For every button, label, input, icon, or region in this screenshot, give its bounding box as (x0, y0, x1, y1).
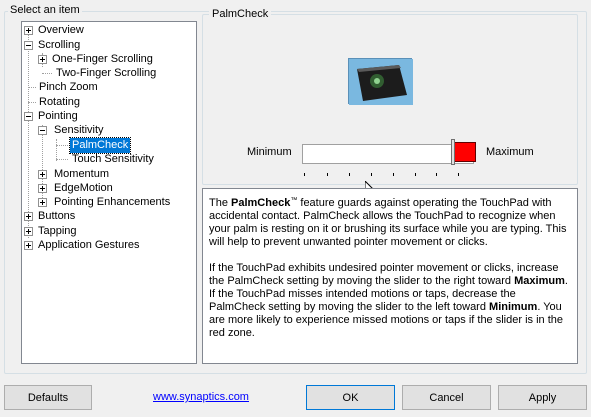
tree-label: Overview (38, 24, 84, 36)
tree-label: Pinch Zoom (39, 81, 98, 93)
tree-label: Buttons (38, 210, 76, 222)
slider-tick (458, 173, 459, 176)
palmcheck-slider-track[interactable] (302, 144, 474, 164)
touchpad-image (348, 58, 413, 105)
collapse-minus-icon[interactable] (24, 112, 33, 121)
collapse-minus-icon[interactable] (38, 126, 47, 135)
slider-tick (371, 173, 372, 176)
tree-label: Tapping (38, 225, 77, 237)
cancel-button[interactable]: Cancel (402, 385, 491, 410)
expand-plus-icon[interactable] (24, 227, 33, 236)
collapse-minus-icon[interactable] (24, 41, 33, 50)
tree-label-selected: PalmCheck (68, 137, 132, 154)
tree-label: Rotating (39, 96, 80, 108)
tree-label: Pointing Enhancements (54, 196, 171, 208)
synaptics-link[interactable]: www.synaptics.com (153, 391, 249, 403)
tree-label: Momentum (54, 168, 110, 180)
slider-tick (393, 173, 394, 176)
settings-tree[interactable]: Overview Scrolling One-Finger Scrolling … (21, 21, 197, 364)
ok-button[interactable]: OK (306, 385, 395, 410)
apply-button[interactable]: Apply (498, 385, 587, 410)
expand-plus-icon[interactable] (38, 55, 47, 64)
minimum-label: Minimum (247, 146, 292, 158)
expand-plus-icon[interactable] (24, 212, 33, 221)
slider-tick (304, 173, 305, 176)
expand-plus-icon[interactable] (24, 26, 33, 35)
palmcheck-slider-thumb[interactable] (451, 139, 455, 165)
slider-tick (327, 173, 328, 176)
expand-plus-icon[interactable] (38, 170, 47, 179)
slider-tick (415, 173, 416, 176)
panel-title: PalmCheck (209, 8, 272, 20)
expand-plus-icon[interactable] (38, 198, 47, 207)
tree-label: EdgeMotion (54, 182, 113, 194)
tree-label: Two-Finger Scrolling (56, 67, 157, 79)
tree-label: Touch Sensitivity (72, 153, 154, 165)
tree-label: Application Gestures (38, 239, 140, 251)
slider-tick (436, 173, 437, 176)
tree-label: Sensitivity (54, 124, 104, 136)
description-paragraph-2: If the TouchPad exhibits undesired point… (209, 262, 568, 339)
tree-label: Pointing (38, 110, 78, 122)
description-box: The PalmCheck™ feature guards against op… (202, 188, 578, 364)
tree-label: Scrolling (38, 39, 81, 51)
description-paragraph-1: The PalmCheck™ feature guards against op… (209, 197, 567, 248)
palmcheck-term: PalmCheck (231, 197, 291, 209)
palmcheck-panel: PalmCheck Minimum Maximum (202, 8, 578, 185)
red-zone (454, 142, 476, 162)
defaults-button[interactable]: Defaults (4, 385, 92, 410)
expand-plus-icon[interactable] (24, 241, 33, 250)
tree-label: One-Finger Scrolling (52, 53, 153, 65)
maximum-label: Maximum (486, 146, 534, 158)
expand-plus-icon[interactable] (38, 184, 47, 193)
slider-tick (349, 173, 350, 176)
group-title: Select an item (8, 4, 82, 16)
